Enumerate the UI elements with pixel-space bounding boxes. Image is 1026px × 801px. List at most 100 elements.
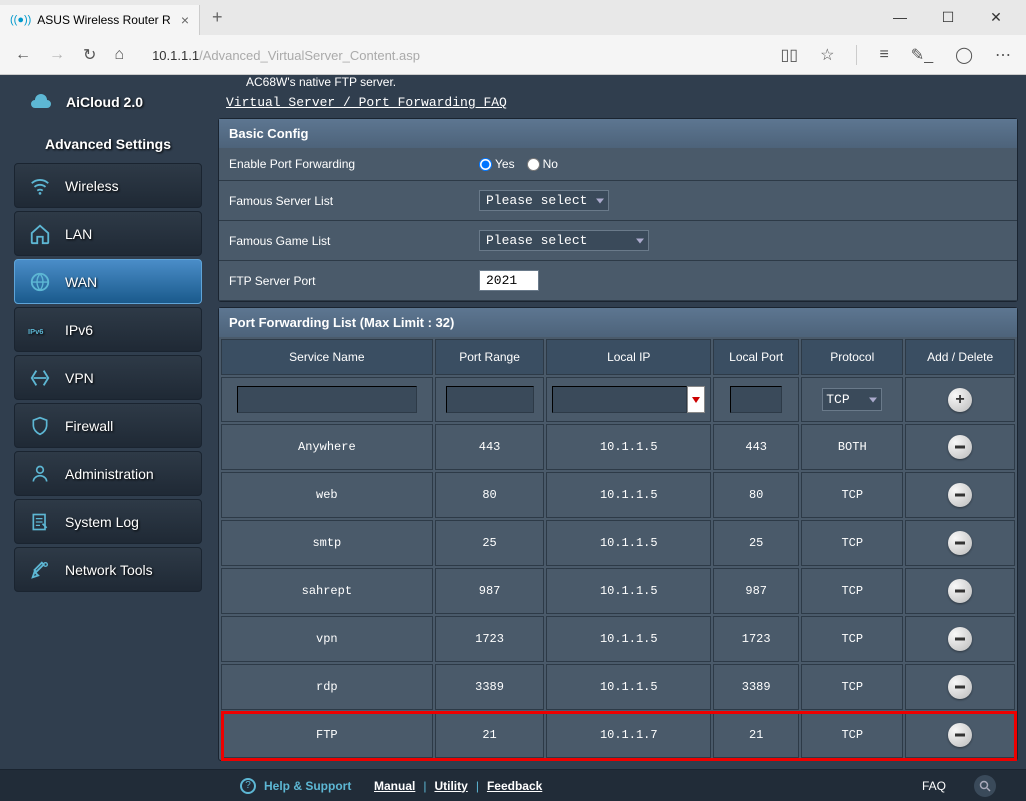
config-label: Famous Game List bbox=[229, 234, 479, 248]
cell-service: FTP bbox=[221, 712, 433, 758]
sidebar-label: AiCloud 2.0 bbox=[66, 94, 143, 110]
sidebar-item-lan[interactable]: LAN bbox=[14, 211, 202, 256]
favorite-icon[interactable]: ☆ bbox=[820, 45, 834, 65]
radio-no[interactable]: No bbox=[527, 157, 558, 171]
table-row: FTP2110.1.1.721TCP bbox=[221, 712, 1015, 758]
th-ip: Local IP bbox=[546, 339, 711, 375]
famous-game-select[interactable]: Please select bbox=[479, 230, 649, 251]
cell-service: rdp bbox=[221, 664, 433, 710]
cell-proto: TCP bbox=[801, 616, 903, 662]
close-window-icon[interactable]: ✕ bbox=[976, 9, 1016, 26]
panel-header: Port Forwarding List (Max Limit : 32) bbox=[219, 308, 1017, 337]
sidebar-item-vpn[interactable]: VPN bbox=[14, 355, 202, 400]
manual-link[interactable]: Manual bbox=[374, 779, 415, 793]
sidebar-item-label: System Log bbox=[65, 514, 139, 530]
config-label: Famous Server List bbox=[229, 194, 479, 208]
cell-ip: 10.1.1.5 bbox=[546, 424, 711, 470]
forward-icon[interactable]: → bbox=[49, 46, 65, 64]
delete-button[interactable] bbox=[948, 579, 972, 603]
sidebar-item-label: Wireless bbox=[65, 178, 119, 194]
sidebar-item-wireless[interactable]: Wireless bbox=[14, 163, 202, 208]
close-icon[interactable]: × bbox=[181, 12, 189, 28]
cell-proto: TCP bbox=[801, 712, 903, 758]
home-icon[interactable]: ⌂ bbox=[114, 46, 124, 64]
faq-link[interactable]: Virtual Server / Port Forwarding FAQ bbox=[218, 95, 1018, 118]
delete-button[interactable] bbox=[948, 675, 972, 699]
cell-ip: 10.1.1.5 bbox=[546, 568, 711, 614]
feedback-link[interactable]: Feedback bbox=[487, 779, 542, 793]
sidebar-item-label: LAN bbox=[65, 226, 92, 242]
sidebar-item-label: IPv6 bbox=[65, 322, 93, 338]
sidebar-item-administration[interactable]: Administration bbox=[14, 451, 202, 496]
famous-server-select[interactable]: Please select bbox=[479, 190, 609, 211]
ip-input[interactable] bbox=[552, 386, 687, 413]
table-row: smtp2510.1.1.525TCP bbox=[221, 520, 1015, 566]
sidebar-item-system-log[interactable]: System Log bbox=[14, 499, 202, 544]
cell-local: 80 bbox=[713, 472, 799, 518]
delete-button[interactable] bbox=[948, 435, 972, 459]
url-bar[interactable]: 10.1.1.1/Advanced_VirtualServer_Content.… bbox=[142, 48, 762, 63]
sidebar-icon bbox=[27, 221, 53, 247]
cell-ip: 10.1.1.7 bbox=[546, 712, 711, 758]
delete-button[interactable] bbox=[948, 531, 972, 555]
config-row-famous-server: Famous Server List Please select bbox=[219, 181, 1017, 221]
main-content: AC68W's native FTP server. Virtual Serve… bbox=[208, 75, 1018, 801]
sidebar-item-firewall[interactable]: Firewall bbox=[14, 403, 202, 448]
cell-range: 25 bbox=[435, 520, 545, 566]
cell-range: 987 bbox=[435, 568, 545, 614]
maximize-icon[interactable]: ☐ bbox=[928, 9, 968, 26]
protocol-select[interactable]: TCP bbox=[822, 388, 882, 411]
ftp-port-input[interactable] bbox=[479, 270, 539, 291]
cell-proto: TCP bbox=[801, 664, 903, 710]
delete-button[interactable] bbox=[948, 483, 972, 507]
more-icon[interactable]: ⋯ bbox=[995, 45, 1011, 65]
th-range: Port Range bbox=[435, 339, 545, 375]
notes-icon[interactable]: ✎_ bbox=[911, 45, 933, 65]
reading-icon[interactable]: ▯▯ bbox=[780, 45, 798, 65]
sidebar-icon bbox=[27, 173, 53, 199]
cell-local: 443 bbox=[713, 424, 799, 470]
service-input[interactable] bbox=[237, 386, 417, 413]
browser-tab[interactable]: ((●)) ASUS Wireless Router R × bbox=[0, 5, 200, 35]
cell-local: 21 bbox=[713, 712, 799, 758]
cell-service: Anywhere bbox=[221, 424, 433, 470]
sidebar-item-ipv6[interactable]: IPv6IPv6 bbox=[14, 307, 202, 352]
new-rule-row: TCP + bbox=[221, 377, 1015, 422]
cell-service: web bbox=[221, 472, 433, 518]
search-icon[interactable] bbox=[974, 775, 996, 797]
help-label: Help & Support bbox=[264, 779, 351, 793]
range-input[interactable] bbox=[446, 386, 534, 413]
delete-button[interactable] bbox=[948, 723, 972, 747]
config-label: FTP Server Port bbox=[229, 274, 479, 288]
new-tab-button[interactable]: + bbox=[200, 7, 235, 28]
sidebar-icon bbox=[27, 413, 53, 439]
refresh-icon[interactable]: ↻ bbox=[83, 45, 96, 65]
wifi-icon: ((●)) bbox=[10, 14, 31, 26]
config-row-ftp-port: FTP Server Port bbox=[219, 261, 1017, 301]
nav-bar: ← → ↻ ⌂ 10.1.1.1/Advanced_VirtualServer_… bbox=[0, 35, 1026, 75]
share-icon[interactable]: ◯ bbox=[955, 45, 973, 65]
sidebar-item-network-tools[interactable]: Network Tools bbox=[14, 547, 202, 592]
hub-icon[interactable]: ≡ bbox=[879, 46, 888, 64]
sidebar-icon bbox=[27, 365, 53, 391]
sidebar: AiCloud 2.0 Advanced Settings WirelessLA… bbox=[8, 75, 208, 801]
sidebar-item-wan[interactable]: WAN bbox=[14, 259, 202, 304]
radio-yes[interactable]: Yes bbox=[479, 157, 515, 171]
sidebar-item-label: Firewall bbox=[65, 418, 113, 434]
sidebar-item-aicloud[interactable]: AiCloud 2.0 bbox=[14, 82, 202, 122]
browser-toolbar: ▯▯ ☆ ≡ ✎_ ◯ ⋯ bbox=[780, 45, 1011, 65]
back-icon[interactable]: ← bbox=[15, 46, 31, 64]
minimize-icon[interactable]: — bbox=[880, 9, 920, 26]
window-controls: — ☐ ✕ bbox=[870, 9, 1026, 26]
add-button[interactable]: + bbox=[948, 388, 972, 412]
table-row: web8010.1.1.580TCP bbox=[221, 472, 1015, 518]
url-host: 10.1.1.1 bbox=[152, 48, 199, 63]
utility-link[interactable]: Utility bbox=[434, 779, 467, 793]
forwarding-table: Service Name Port Range Local IP Local P… bbox=[219, 337, 1017, 760]
cell-range: 1723 bbox=[435, 616, 545, 662]
delete-button[interactable] bbox=[948, 627, 972, 651]
sidebar-item-label: WAN bbox=[65, 274, 97, 290]
sidebar-icon bbox=[27, 461, 53, 487]
local-port-input[interactable] bbox=[730, 386, 782, 413]
ip-dropdown-icon[interactable] bbox=[687, 386, 705, 413]
